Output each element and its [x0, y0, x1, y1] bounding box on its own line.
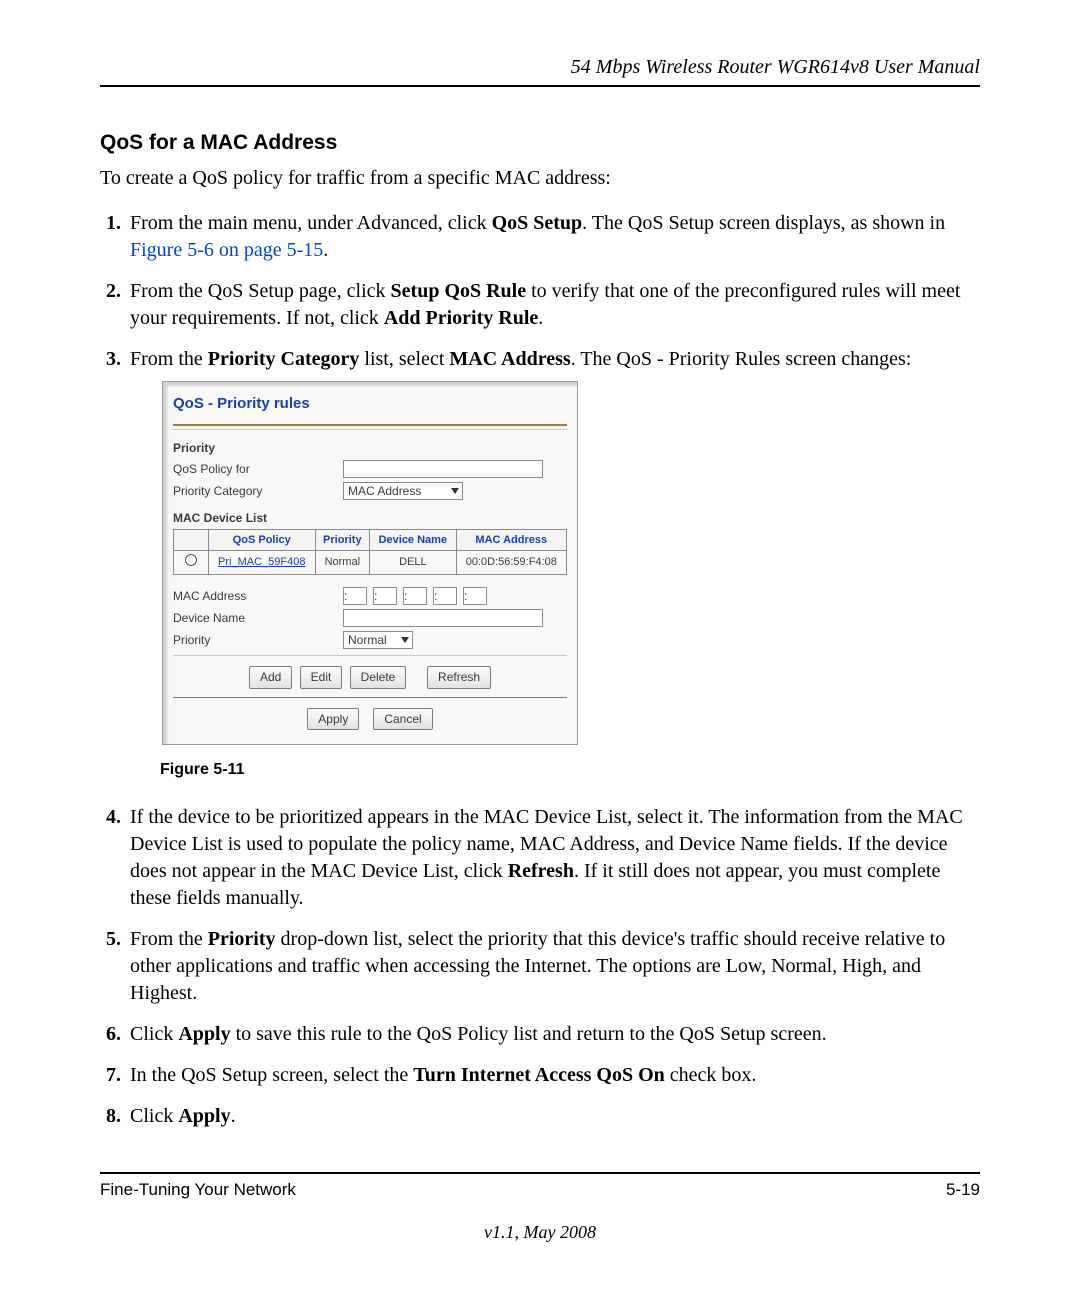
- step-text: list, select: [359, 348, 449, 370]
- cancel-button[interactable]: Cancel: [373, 708, 432, 730]
- step-6: Click Apply to save this rule to the QoS…: [126, 1021, 980, 1048]
- step-text: From the: [130, 348, 208, 370]
- col-priority: Priority: [315, 529, 370, 551]
- step-1: From the main menu, under Advanced, clic…: [126, 210, 980, 264]
- step-4: If the device to be prioritized appears …: [126, 804, 980, 912]
- device-name-input[interactable]: [343, 609, 543, 627]
- row-mac-address: 00:0D:56:59:F4:08: [456, 551, 566, 575]
- mac-octet-input[interactable]: :: [433, 587, 457, 605]
- qos-policy-for-input[interactable]: [343, 460, 543, 478]
- step-2: From the QoS Setup page, click Setup QoS…: [126, 278, 980, 332]
- step-text: From the QoS Setup page, click: [130, 280, 391, 302]
- step-bold: Apply: [178, 1105, 230, 1127]
- apply-button[interactable]: Apply: [307, 708, 359, 730]
- rule-bottom: [100, 1172, 980, 1174]
- priority-category-select[interactable]: MAC Address: [343, 482, 463, 500]
- rule-top: [100, 85, 980, 87]
- step-text: .: [323, 239, 328, 261]
- step-text: to save this rule to the QoS Policy list…: [231, 1023, 827, 1045]
- priority-select[interactable]: Normal: [343, 631, 413, 649]
- mac-address-label: MAC Address: [173, 588, 343, 604]
- step-bold: Setup QoS Rule: [391, 280, 527, 302]
- qos-priority-rules-panel: QoS - Priority rules Priority QoS Policy…: [162, 381, 578, 745]
- col-mac-address: MAC Address: [456, 529, 566, 551]
- step-text: Click: [130, 1105, 178, 1127]
- step-text: From the main menu, under Advanced, clic…: [130, 212, 492, 234]
- table-row[interactable]: Pri_MAC_59F408 Normal DELL 00:0D:56:59:F…: [174, 551, 567, 575]
- step-text: .: [231, 1105, 236, 1127]
- step-5: From the Priority drop-down list, select…: [126, 926, 980, 1007]
- delete-button[interactable]: Delete: [350, 666, 407, 688]
- step-8: Click Apply.: [126, 1103, 980, 1130]
- apply-cancel-row: Apply Cancel: [173, 708, 567, 730]
- add-button[interactable]: Add: [249, 666, 292, 688]
- step-text: From the: [130, 928, 208, 950]
- steps-list: From the main menu, under Advanced, clic…: [104, 210, 980, 1130]
- mac-octet-input[interactable]: :: [373, 587, 397, 605]
- mac-octet-input[interactable]: :: [343, 587, 367, 605]
- step-text: Click: [130, 1023, 178, 1045]
- page-footer: Fine-Tuning Your Network 5-19: [100, 1180, 980, 1200]
- figure-5-11: QoS - Priority rules Priority QoS Policy…: [162, 381, 980, 745]
- step-bold: QoS Setup: [492, 212, 583, 234]
- mac-octet-input[interactable]: :: [463, 587, 487, 605]
- row-priority: Normal: [315, 551, 370, 575]
- row-qos-policy[interactable]: Pri_MAC_59F408: [209, 551, 316, 575]
- row-radio[interactable]: [185, 554, 197, 566]
- step-bold: Apply: [178, 1023, 230, 1045]
- crud-button-row: Add Edit Delete Refresh: [173, 666, 567, 688]
- qos-policy-for-label: QoS Policy for: [173, 461, 343, 477]
- priority-category-label: Priority Category: [173, 483, 343, 499]
- device-name-label: Device Name: [173, 610, 343, 626]
- col-qos-policy: QoS Policy: [209, 529, 316, 551]
- intro-paragraph: To create a QoS policy for traffic from …: [100, 165, 980, 192]
- footer-chapter: Fine-Tuning Your Network: [100, 1180, 296, 1200]
- step-bold: MAC Address: [449, 348, 570, 370]
- step-bold: Priority Category: [208, 348, 360, 370]
- section-title: QoS for a MAC Address: [100, 131, 980, 155]
- step-text: In the QoS Setup screen, select the: [130, 1064, 413, 1086]
- mac-address-inputs: : : : : :: [343, 587, 487, 605]
- step-bold: Add Priority Rule: [384, 307, 538, 329]
- panel-title: QoS - Priority rules: [173, 388, 567, 426]
- edit-button[interactable]: Edit: [300, 666, 343, 688]
- doc-version: v1.1, May 2008: [100, 1222, 980, 1243]
- step-7: In the QoS Setup screen, select the Turn…: [126, 1062, 980, 1089]
- table-header-row: QoS Policy Priority Device Name MAC Addr…: [174, 529, 567, 551]
- priority-heading: Priority: [173, 440, 343, 456]
- running-head: 54 Mbps Wireless Router WGR614v8 User Ma…: [100, 56, 980, 79]
- step-text: check box.: [665, 1064, 757, 1086]
- mac-device-list-heading: MAC Device List: [173, 510, 567, 526]
- step-bold: Refresh: [508, 860, 574, 882]
- mac-octet-input[interactable]: :: [403, 587, 427, 605]
- row-device-name: DELL: [370, 551, 456, 575]
- step-bold: Turn Internet Access QoS On: [413, 1064, 665, 1086]
- step-text: . The QoS Setup screen displays, as show…: [582, 212, 945, 234]
- step-text: .: [538, 307, 543, 329]
- footer-page: 5-19: [946, 1180, 980, 1200]
- figure-xref-link[interactable]: Figure 5-6 on page 5-15: [130, 239, 323, 261]
- priority-label: Priority: [173, 632, 343, 648]
- step-bold: Priority: [208, 928, 276, 950]
- step-3: From the Priority Category list, select …: [126, 346, 980, 780]
- refresh-button[interactable]: Refresh: [427, 666, 491, 688]
- mac-device-table: QoS Policy Priority Device Name MAC Addr…: [173, 529, 567, 576]
- col-device-name: Device Name: [370, 529, 456, 551]
- figure-caption: Figure 5-11: [160, 759, 980, 781]
- step-text: . The QoS - Priority Rules screen change…: [571, 348, 912, 370]
